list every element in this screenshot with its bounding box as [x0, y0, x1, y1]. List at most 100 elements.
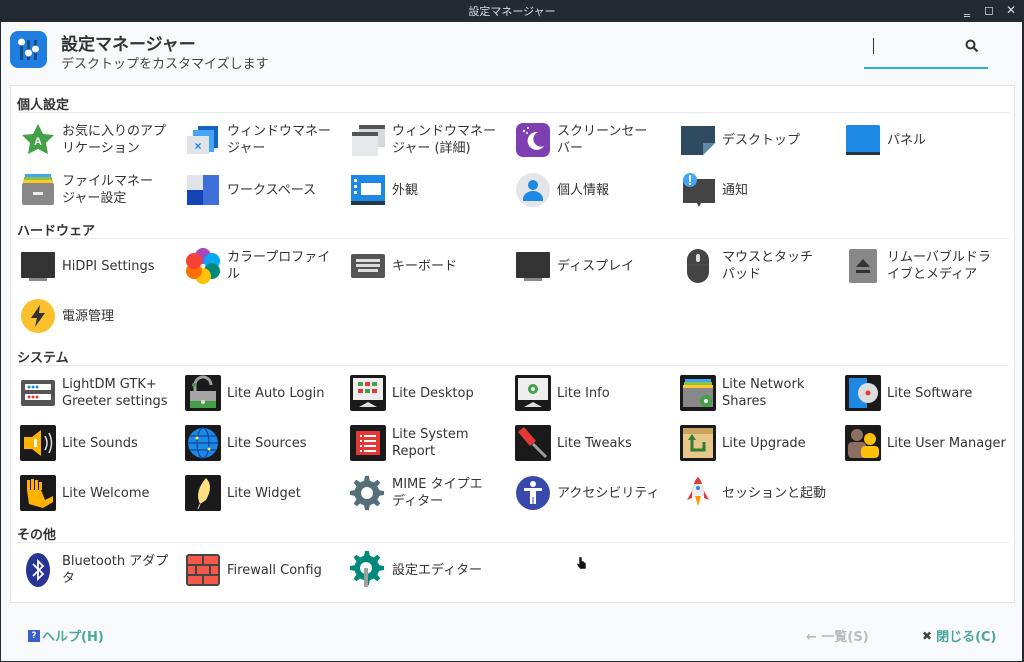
all-settings-button[interactable]: ← 一覧(S): [806, 626, 869, 645]
settings-item-lite-sounds[interactable]: Lite Sounds: [19, 421, 183, 465]
settings-item-mouse[interactable]: マウスとタッチ パッド: [679, 244, 843, 288]
settings-item-label: Lite Welcome: [62, 485, 150, 501]
settings-item-lite-desktop[interactable]: Lite Desktop: [349, 371, 513, 415]
minimize-button[interactable]: ‗: [960, 2, 974, 18]
settings-item-power-manager[interactable]: 電源管理: [19, 294, 183, 338]
settings-item-bluetooth[interactable]: Bluetooth アダプ タ: [19, 548, 183, 592]
help-icon: ?: [28, 629, 40, 642]
close-icon: ✖: [922, 628, 933, 643]
settings-item-color-profile[interactable]: カラープロファイ ル: [184, 244, 348, 288]
section-divider: [17, 112, 1009, 113]
settings-item-screensaver[interactable]: スクリーンセー バー: [514, 118, 678, 162]
settings-item-mime-editor[interactable]: MIME タイプエ ディター: [349, 471, 513, 515]
settings-item-label: Lite Upgrade: [722, 435, 806, 451]
svg-text:A: A: [34, 136, 42, 148]
workspaces-icon: [184, 171, 222, 209]
section-title: 個人設定: [17, 98, 70, 113]
removable-media-icon: [844, 247, 882, 285]
search-input[interactable]: [864, 32, 988, 69]
settings-item-keyboard[interactable]: キーボード: [349, 244, 513, 288]
settings-manager-window: 設定マネージャー デスクトップをカスタマイズします 個人設定 A お気に入りのアプ …: [1, 22, 1022, 661]
settings-item-label: Lite Info: [557, 385, 610, 401]
settings-item-lite-tweaks[interactable]: Lite Tweaks: [514, 421, 678, 465]
settings-item-firewall[interactable]: Firewall Config: [184, 548, 348, 592]
section-title: その他: [17, 528, 57, 543]
settings-item-accessibility[interactable]: アクセシビリティ: [514, 471, 678, 515]
notifications-icon: [679, 171, 717, 209]
maximize-icon: ◻: [984, 3, 994, 17]
settings-item-lite-network-shares[interactable]: Lite Network Shares: [679, 371, 843, 415]
search-icon: [965, 39, 979, 53]
help-label: ヘルプ(H): [42, 630, 104, 645]
settings-item-window-manager-tweaks[interactable]: ウィンドウマネー ジャー (詳細): [349, 118, 513, 162]
settings-item-label: Firewall Config: [227, 562, 322, 578]
settings-editor-icon: [349, 551, 387, 589]
settings-item-label: カラープロファイ ル: [227, 250, 331, 282]
close-window-button[interactable]: ✕: [1004, 2, 1018, 18]
settings-item-label: マウスとタッチ パッド: [722, 250, 814, 282]
close-label: 閉じる(C): [936, 630, 997, 645]
settings-item-lite-info[interactable]: Lite Info: [514, 371, 678, 415]
section-divider: [17, 542, 1009, 543]
settings-item-label: 個人情報: [557, 182, 610, 198]
settings-item-label: Lite User Manager: [887, 435, 1006, 451]
lite-user-manager-icon: [844, 424, 882, 462]
settings-item-removable-media[interactable]: リムーバブルドラ イブとメディア: [844, 244, 1008, 288]
settings-item-label: Lite Desktop: [392, 385, 474, 401]
settings-item-settings-editor[interactable]: 設定エディター: [349, 548, 513, 592]
section-title: システム: [17, 351, 69, 366]
settings-item-window-manager[interactable]: × ウィンドウマネー ジャー: [184, 118, 348, 162]
settings-item-lite-software[interactable]: Lite Software: [844, 371, 1008, 415]
mouse-icon: [679, 247, 717, 285]
settings-item-label: 設定エディター: [392, 562, 483, 578]
settings-item-lite-user-manager[interactable]: Lite User Manager: [844, 421, 1008, 465]
settings-item-desktop[interactable]: デスクトップ: [679, 118, 843, 162]
section-divider: [17, 238, 1009, 239]
lite-widget-icon: [184, 474, 222, 512]
settings-item-label: 通知: [722, 182, 749, 198]
lite-sounds-icon: [19, 424, 57, 462]
settings-item-appearance[interactable]: 外観: [349, 168, 513, 212]
desktop-icon: [679, 121, 717, 159]
settings-item-lite-widget[interactable]: Lite Widget: [184, 471, 348, 515]
lite-info-icon: [514, 374, 552, 412]
minimize-icon: ‗: [964, 3, 970, 17]
settings-item-label: ワークスペース: [227, 182, 317, 198]
settings-item-label: HiDPI Settings: [62, 258, 155, 274]
settings-item-display[interactable]: ディスプレイ: [514, 244, 678, 288]
settings-item-session-startup[interactable]: セッションと起動: [679, 471, 843, 515]
settings-item-notifications[interactable]: 通知: [679, 168, 843, 212]
settings-item-label: スクリーンセー バー: [557, 124, 648, 156]
svg-text:×: ×: [194, 139, 201, 153]
settings-item-lite-sources[interactable]: Lite Sources: [184, 421, 348, 465]
settings-item-lightdm[interactable]: LightDM GTK+ Greeter settings: [19, 371, 183, 415]
help-button[interactable]: ? ヘルプ(H): [28, 626, 104, 645]
window-manager-tweaks-icon: [349, 121, 387, 159]
settings-item-panel[interactable]: パネル: [844, 118, 1008, 162]
settings-item-lite-system-report[interactable]: Lite System Report: [349, 421, 513, 465]
settings-item-file-manager[interactable]: ファイルマネー ジャー設定: [19, 168, 183, 212]
maximize-button[interactable]: ◻: [982, 2, 996, 18]
lite-auto-login-icon: [184, 374, 222, 412]
settings-item-hidpi-monitor[interactable]: HiDPI Settings: [19, 244, 183, 288]
settings-item-label: Bluetooth アダプ タ: [62, 554, 169, 586]
hidpi-monitor-icon: [19, 247, 57, 285]
settings-item-label: Lite Auto Login: [227, 385, 325, 401]
settings-item-lite-upgrade[interactable]: Lite Upgrade: [679, 421, 843, 465]
settings-panel: 個人設定 A お気に入りのアプ リケーション × ウィンドウマネー ジャー ウィンドウマネ…: [10, 85, 1015, 603]
settings-item-label: ファイルマネー ジャー設定: [62, 174, 154, 206]
settings-item-label: ウィンドウマネー ジャー: [227, 124, 332, 156]
settings-item-workspaces[interactable]: ワークスペース: [184, 168, 348, 212]
close-button[interactable]: ✖ 閉じる(C): [922, 626, 997, 646]
lite-upgrade-icon: [679, 424, 717, 462]
settings-item-label: リムーバブルドラ イブとメディア: [887, 250, 991, 282]
settings-item-lite-welcome[interactable]: Lite Welcome: [19, 471, 183, 515]
settings-item-label: Lite Tweaks: [557, 435, 632, 451]
firewall-icon: [184, 551, 222, 589]
section-divider: [17, 365, 1009, 366]
lite-sources-icon: [184, 424, 222, 462]
settings-item-favorite-apps[interactable]: A お気に入りのアプ リケーション: [19, 118, 183, 162]
settings-item-lite-auto-login[interactable]: Lite Auto Login: [184, 371, 348, 415]
window-title: 設定マネージャー: [468, 5, 556, 18]
settings-item-user-info[interactable]: 個人情報: [514, 168, 678, 212]
